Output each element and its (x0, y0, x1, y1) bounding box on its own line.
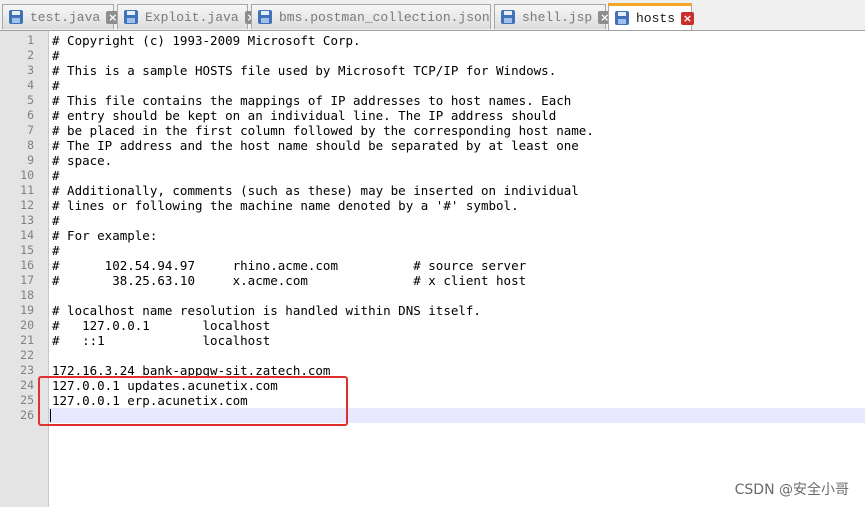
editor[interactable]: 1 2 3 4 5 6 7 8 9 10 11 12 13 14 15 16 17 18 19 20 21 22 23 24 2… (0, 31, 865, 507)
tab-label: test.java (30, 9, 101, 25)
line-number: 18 (20, 288, 34, 302)
line-number: 14 (20, 228, 34, 242)
close-icon[interactable]: × (681, 11, 695, 25)
code-line: # 102.54.94.97 rhino.acme.com # source s… (52, 258, 527, 273)
code-line: # Copyright (c) 1993-2009 Microsoft Corp… (52, 33, 361, 48)
code-line: # be placed in the first column followed… (52, 123, 594, 138)
tab-shell-jsp[interactable]: shell.jsp × (494, 4, 612, 29)
tab-label: hosts (636, 10, 676, 26)
save-icon (501, 10, 515, 24)
code-line: # (52, 78, 60, 93)
code-line: # Additionally, comments (such as these)… (52, 183, 579, 198)
line-number: 22 (20, 348, 34, 362)
tab-bms-postman-collection[interactable]: bms.postman_collection.json × (251, 4, 509, 29)
line-number: 11 (20, 183, 34, 197)
line-number: 17 (20, 273, 34, 287)
line-number: 8 (27, 138, 34, 152)
tab-label: Exploit.java (145, 9, 239, 25)
line-number: 1 (27, 33, 34, 47)
tab-label: bms.postman_collection.json (279, 9, 490, 25)
tab-hosts[interactable]: hosts × (608, 3, 695, 30)
code-line: # This file contains the mappings of IP … (52, 93, 572, 108)
save-icon (9, 10, 23, 24)
line-number: 16 (20, 258, 34, 272)
code-line: # For example: (52, 228, 158, 243)
save-icon (615, 11, 629, 25)
code-line: # entry should be kept on an individual … (52, 108, 557, 123)
save-icon (124, 10, 138, 24)
line-number: 25 (20, 393, 34, 407)
code-line: # (52, 168, 60, 183)
line-number: 9 (27, 153, 34, 167)
watermark: CSDN @安全小哥 (734, 482, 849, 498)
code-line: # ::1 localhost (52, 333, 271, 348)
code-line: # This is a sample HOSTS file used by Mi… (52, 63, 557, 78)
save-icon (258, 10, 272, 24)
tab-label: shell.jsp (522, 9, 593, 25)
line-number: 6 (27, 108, 34, 122)
line-number: 3 (27, 63, 34, 77)
code-line: # 127.0.0.1 localhost (52, 318, 271, 333)
code-line: # (52, 213, 60, 228)
code-line: # lines or following the machine name de… (52, 198, 519, 213)
tab-test-java[interactable]: test.java × (2, 4, 120, 29)
code-line: # The IP address and the host name shoul… (52, 138, 579, 153)
line-number: 4 (27, 78, 34, 92)
line-number: 13 (20, 213, 34, 227)
line-number: 23 (20, 363, 34, 377)
line-number: 26 (20, 408, 34, 422)
tab-exploit-java[interactable]: Exploit.java × (117, 4, 258, 29)
line-number-gutter: 1 2 3 4 5 6 7 8 9 10 11 12 13 14 15 16 17 18 19 20 21 22 23 24 2… (0, 31, 49, 507)
line-number: 19 (20, 303, 34, 317)
line-number: 15 (20, 243, 34, 257)
code-line: # (52, 243, 60, 258)
tab-bar: test.java × Exploit.java × bms.postman_c… (0, 0, 865, 31)
line-number: 2 (27, 48, 34, 62)
code-line: # 38.25.63.10 x.acme.com # x client host (52, 273, 527, 288)
line-number: 24 (20, 378, 34, 392)
code-line: # (52, 48, 60, 63)
line-number: 5 (27, 93, 34, 107)
line-number: 7 (27, 123, 34, 137)
code-line: # space. (52, 153, 113, 168)
line-number: 20 (20, 318, 34, 332)
annotation-highlight-box (38, 376, 348, 426)
line-number: 10 (20, 168, 34, 182)
line-number: 21 (20, 333, 34, 347)
line-number: 12 (20, 198, 34, 212)
code-line: # localhost name resolution is handled w… (52, 303, 481, 318)
